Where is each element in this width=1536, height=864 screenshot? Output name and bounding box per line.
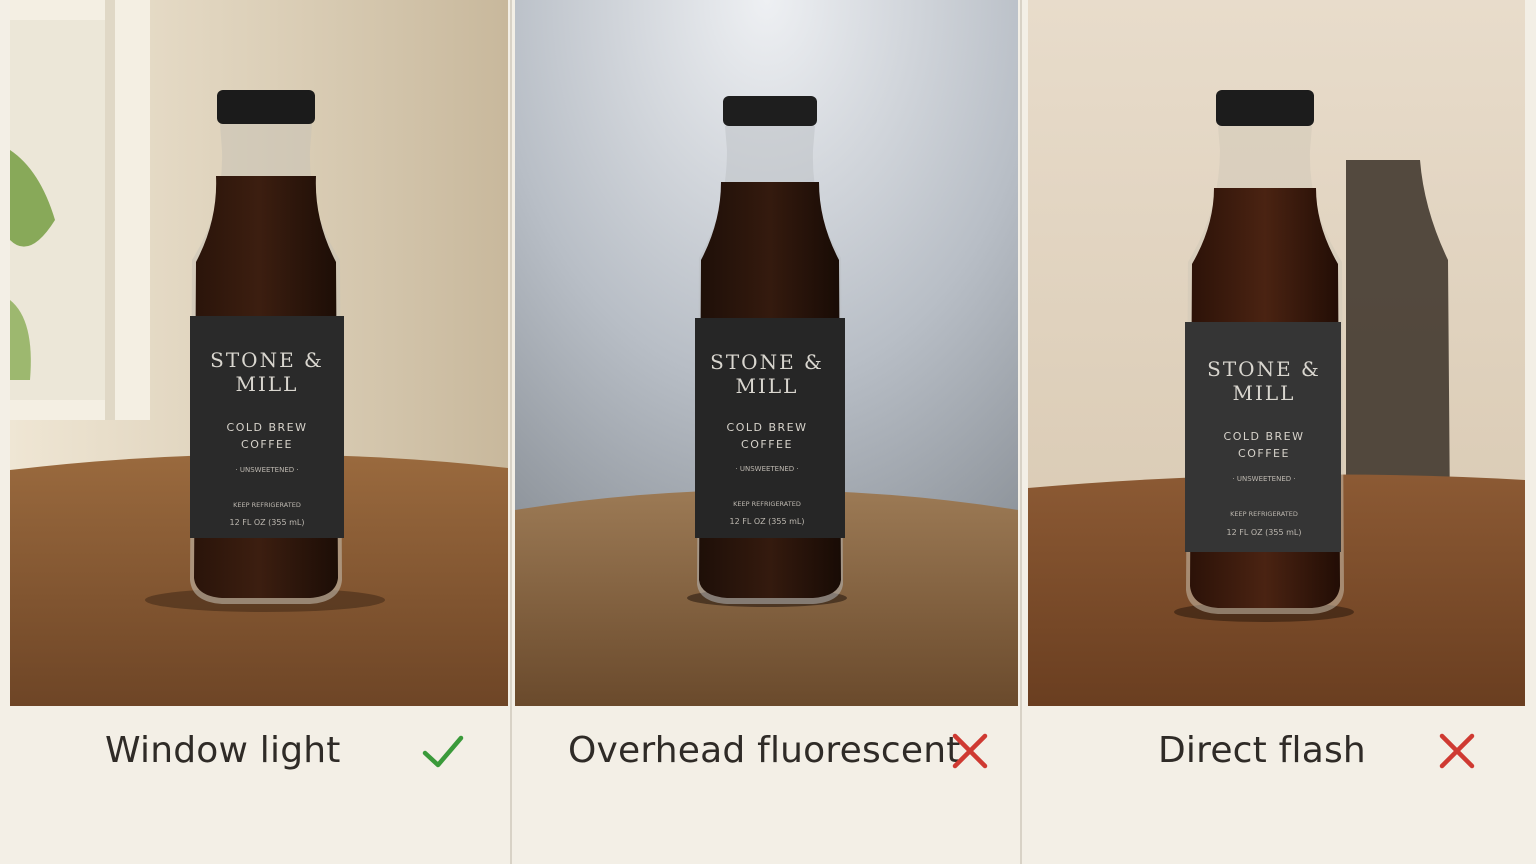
panel-overhead-fluorescent: STONE & MILL COLD BREW COFFEE · UNSWEETE… xyxy=(515,0,1018,864)
label-volume: 12 FL OZ (355 mL) xyxy=(230,518,305,527)
label-brand-line1: STONE & xyxy=(1207,357,1321,381)
label-brand-line2: MILL xyxy=(1233,381,1296,405)
label-variant: · UNSWEETENED · xyxy=(1232,475,1295,483)
label-volume: 12 FL OZ (355 mL) xyxy=(730,517,805,526)
photo-direct-flash: STONE & MILL COLD BREW COFFEE · UNSWEETE… xyxy=(1028,0,1525,706)
panel-direct-flash: STONE & MILL COLD BREW COFFEE · UNSWEETE… xyxy=(1028,0,1525,864)
cross-icon xyxy=(1439,733,1475,769)
photo-overhead-fluorescent: STONE & MILL COLD BREW COFFEE · UNSWEETE… xyxy=(515,0,1018,706)
label-product-line1: COLD BREW xyxy=(227,421,308,434)
label-brand-line1: STONE & xyxy=(710,350,824,374)
label-product-line2: COFFEE xyxy=(741,438,793,451)
label-storage: KEEP REFRIGERATED xyxy=(733,500,801,508)
caption-label: Overhead fluorescent xyxy=(568,730,961,771)
divider xyxy=(510,0,512,864)
label-storage: KEEP REFRIGERATED xyxy=(233,501,301,509)
caption-label: Direct flash xyxy=(1158,730,1366,771)
label-volume: 12 FL OZ (355 mL) xyxy=(1227,528,1302,537)
label-product-line1: COLD BREW xyxy=(727,421,808,434)
label-variant: · UNSWEETENED · xyxy=(235,466,298,474)
label-brand-line2: MILL xyxy=(736,374,799,398)
checkmark-icon xyxy=(422,735,464,768)
label-product-line1: COLD BREW xyxy=(1224,430,1305,443)
label-brand-line2: MILL xyxy=(236,372,299,396)
cross-icon xyxy=(952,733,988,769)
photo-window-light: STONE & MILL COLD BREW COFFEE · UNSWEETE… xyxy=(10,0,508,706)
label-variant: · UNSWEETENED · xyxy=(735,465,798,473)
label-product-line2: COFFEE xyxy=(241,438,293,451)
panel-window-light: STONE & MILL COLD BREW COFFEE · UNSWEETE… xyxy=(10,0,508,864)
caption-row: Direct flash xyxy=(1028,706,1525,796)
label-storage: KEEP REFRIGERATED xyxy=(1230,510,1298,518)
label-product-line2: COFFEE xyxy=(1238,447,1290,460)
caption-label: Window light xyxy=(105,730,341,771)
caption-row: Overhead fluorescent xyxy=(515,706,1018,796)
label-brand-line1: STONE & xyxy=(210,348,324,372)
caption-row: Window light xyxy=(10,706,508,796)
divider xyxy=(1020,0,1022,864)
